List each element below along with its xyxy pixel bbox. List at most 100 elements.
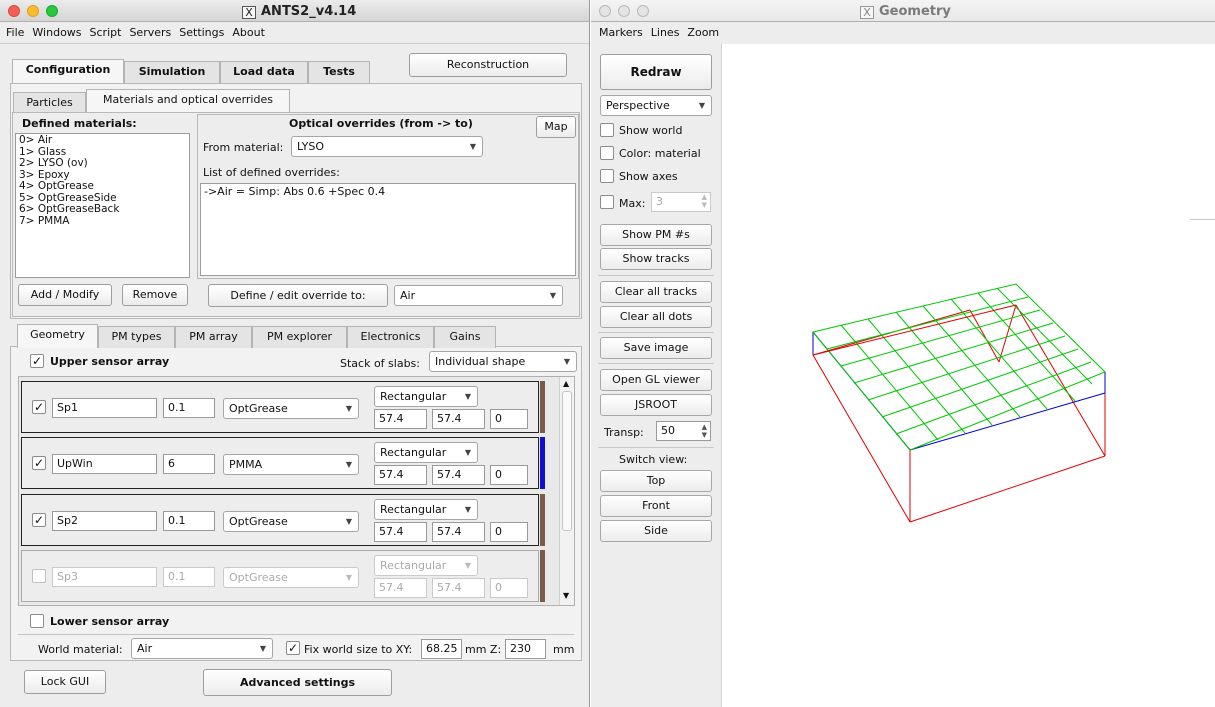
slab-y-field[interactable]: 57.4 [432, 409, 485, 429]
slab-angle-field[interactable]: 0 [490, 522, 528, 542]
clear-dots-button[interactable]: Clear all dots [600, 306, 712, 328]
list-item[interactable]: 2> LYSO (ov) [19, 157, 186, 170]
scroll-up-icon[interactable]: ▲ [563, 379, 569, 388]
slab-shape-select[interactable]: Rectangular ▼ [374, 442, 478, 463]
reconstruction-button[interactable]: Reconstruction [409, 53, 567, 77]
menu-about[interactable]: About [228, 22, 269, 39]
override-target-select[interactable]: Air ▼ [394, 285, 563, 306]
slab-thickness-field[interactable]: 0.1 [163, 398, 215, 418]
materials-list[interactable]: 0> Air 1> Glass 2> LYSO (ov) 3> Epoxy 4>… [15, 133, 190, 278]
fix-world-checkbox[interactable]: ✓ [286, 641, 300, 655]
slab-x-field[interactable]: 57.4 [374, 409, 427, 429]
tab-materials-overrides[interactable]: Materials and optical overrides [86, 89, 290, 113]
view-side-button[interactable]: Side [600, 520, 712, 542]
tab-tests[interactable]: Tests [308, 61, 370, 83]
slab-enabled-checkbox[interactable]: ✓ [32, 400, 46, 414]
lock-gui-button[interactable]: Lock GUI [24, 670, 106, 694]
stack-select[interactable]: Individual shape ▼ [429, 351, 577, 372]
slab-y-field[interactable]: 57.4 [432, 578, 485, 598]
save-image-button[interactable]: Save image [600, 337, 712, 359]
list-item[interactable]: ->Air = Simp: Abs 0.6 +Spec 0.4 [204, 185, 572, 198]
tab-configuration[interactable]: Configuration [12, 59, 124, 83]
scroll-thumb[interactable] [562, 391, 572, 531]
jsroot-button[interactable]: JSROOT [600, 394, 712, 416]
view-mode-select[interactable]: Perspective ▼ [600, 95, 712, 116]
overrides-list[interactable]: ->Air = Simp: Abs 0.6 +Spec 0.4 [200, 183, 576, 276]
menu-script[interactable]: Script [86, 22, 126, 39]
slab-name-field[interactable]: UpWin [52, 454, 157, 474]
tab-electronics[interactable]: Electronics [347, 326, 434, 348]
max-checkbox[interactable] [600, 195, 614, 209]
show-world-checkbox[interactable] [600, 123, 614, 137]
slab-x-field[interactable]: 57.4 [374, 522, 427, 542]
view-front-button[interactable]: Front [600, 495, 712, 517]
remove-button[interactable]: Remove [122, 284, 188, 306]
list-item[interactable]: 4> OptGrease [19, 180, 186, 193]
tab-pm-types[interactable]: PM types [98, 326, 175, 348]
slab-x-field[interactable]: 57.4 [374, 465, 427, 485]
menu-lines[interactable]: Lines [647, 22, 684, 39]
slab-x-field[interactable]: 57.4 [374, 578, 427, 598]
list-item[interactable]: 6> OptGreaseBack [19, 203, 186, 216]
clear-tracks-button[interactable]: Clear all tracks [600, 281, 712, 303]
slab-shape-select[interactable]: Rectangular ▼ [374, 499, 478, 520]
slab-shape-select[interactable]: Rectangular ▼ [374, 555, 478, 576]
tab-pm-explorer[interactable]: PM explorer [252, 326, 347, 348]
tab-gains[interactable]: Gains [434, 326, 496, 348]
lower-sensor-checkbox[interactable] [30, 614, 44, 628]
slab-y-field[interactable]: 57.4 [432, 465, 485, 485]
slab-enabled-checkbox[interactable]: ✓ [32, 513, 46, 527]
open-gl-viewer-button[interactable]: Open GL viewer [600, 369, 712, 391]
slab-material-select[interactable]: PMMA ▼ [223, 454, 359, 475]
define-override-button[interactable]: Define / edit override to: [208, 284, 388, 307]
slab-name-field[interactable]: Sp3 [52, 567, 157, 587]
slab-thickness-field[interactable]: 6 [163, 454, 215, 474]
minimize-window-button[interactable] [27, 5, 39, 17]
menu-file[interactable]: File [2, 22, 28, 39]
tab-particles[interactable]: Particles [13, 92, 86, 113]
slab-angle-field[interactable]: 0 [490, 465, 528, 485]
spinner-icon[interactable]: ▲ ▼ [702, 193, 707, 209]
slab-angle-field[interactable]: 0 [490, 578, 528, 598]
scroll-down-icon[interactable]: ▼ [563, 591, 569, 600]
show-tracks-button[interactable]: Show tracks [600, 248, 712, 270]
slab-scrollbar[interactable]: ▲ ▼ [559, 377, 574, 605]
view-top-button[interactable]: Top [600, 470, 712, 492]
advanced-settings-button[interactable]: Advanced settings [203, 669, 392, 696]
close-window-button[interactable] [8, 5, 20, 17]
viewer-canvas[interactable] [722, 44, 1215, 707]
slab-shape-select[interactable]: Rectangular ▼ [374, 386, 478, 407]
menu-servers[interactable]: Servers [125, 22, 175, 39]
list-item[interactable]: 0> Air [19, 134, 186, 147]
slab-enabled-checkbox[interactable] [32, 569, 46, 583]
maximize-window-button[interactable] [46, 5, 58, 17]
max-spinbox[interactable]: 3 ▲ ▼ [651, 192, 711, 212]
upper-sensor-checkbox[interactable]: ✓ [30, 354, 44, 368]
slab-angle-field[interactable]: 0 [490, 409, 528, 429]
world-material-select[interactable]: Air ▼ [131, 638, 273, 659]
menu-zoom[interactable]: Zoom [683, 22, 723, 39]
close-window-button[interactable] [599, 5, 611, 17]
tab-simulation[interactable]: Simulation [124, 61, 220, 83]
tab-geometry[interactable]: Geometry [17, 324, 98, 348]
slab-name-field[interactable]: Sp1 [52, 398, 157, 418]
color-material-checkbox[interactable] [600, 146, 614, 160]
menu-markers[interactable]: Markers [595, 22, 647, 39]
slab-y-field[interactable]: 57.4 [432, 522, 485, 542]
slab-enabled-checkbox[interactable]: ✓ [32, 456, 46, 470]
slab-material-select[interactable]: OptGrease ▼ [223, 511, 359, 532]
list-item[interactable]: 7> PMMA [19, 215, 186, 228]
world-xy-field[interactable]: 68.25 [421, 639, 462, 659]
menu-settings[interactable]: Settings [175, 22, 228, 39]
redraw-button[interactable]: Redraw [600, 54, 712, 90]
slab-material-select[interactable]: OptGrease ▼ [223, 398, 359, 419]
from-material-select[interactable]: LYSO ▼ [291, 136, 483, 157]
maximize-window-button[interactable] [637, 5, 649, 17]
show-axes-checkbox[interactable] [600, 169, 614, 183]
menu-windows[interactable]: Windows [28, 22, 85, 39]
spinner-icon[interactable]: ▲ ▼ [702, 423, 707, 439]
show-pm-numbers-button[interactable]: Show PM #s [600, 224, 712, 246]
slab-thickness-field[interactable]: 0.1 [163, 567, 215, 587]
transp-spinbox[interactable]: 50 ▲ ▼ [656, 421, 711, 441]
tab-load-data[interactable]: Load data [220, 61, 308, 83]
